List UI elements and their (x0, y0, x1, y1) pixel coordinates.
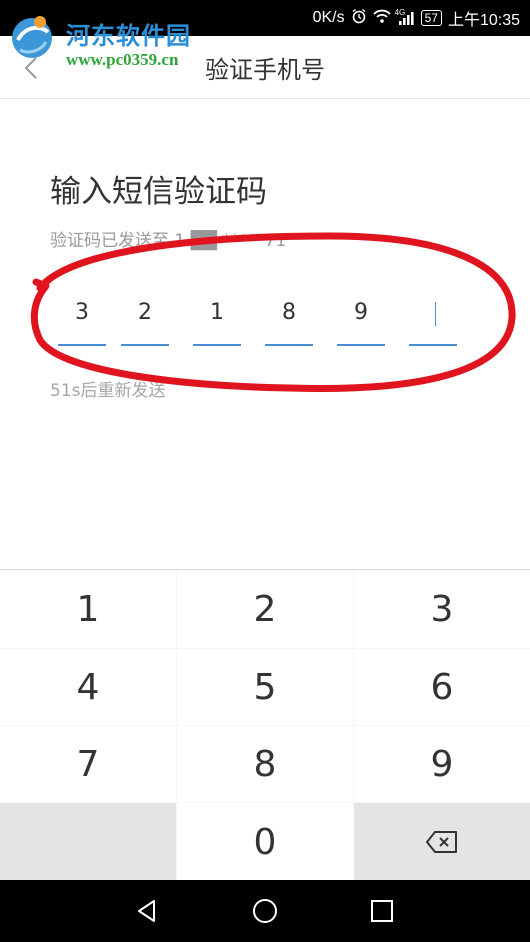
code-digit-value: 8 (282, 300, 296, 325)
watermark-title: 河东软件园 (66, 21, 191, 50)
key-blank (0, 803, 176, 881)
key-3[interactable]: 3 (354, 571, 530, 648)
sent-to-text: 验证码已发送至 1 ██ *****71 (50, 231, 287, 251)
square-recents-icon (371, 900, 393, 922)
nav-recents-button[interactable] (365, 894, 399, 928)
code-digit-5[interactable]: 9 (337, 290, 385, 346)
watermark-url: www.pc0359.cn (66, 50, 179, 69)
battery-icon: 57 (420, 10, 442, 26)
code-digit-value: 2 (138, 300, 152, 325)
backspace-key[interactable] (354, 803, 530, 881)
code-digit-3[interactable]: 1 (193, 290, 241, 346)
key-9[interactable]: 9 (354, 726, 530, 802)
status-indicators: 0K/s 4G 57 上午10:35 (313, 0, 520, 36)
code-digit-4[interactable]: 8 (265, 290, 313, 346)
key-1[interactable]: 1 (0, 571, 176, 648)
triangle-back-icon (138, 900, 155, 922)
numeric-keypad: 1 2 3 4 5 6 7 8 9 0 (0, 569, 530, 881)
key-4[interactable]: 4 (0, 649, 176, 725)
code-digit-6[interactable] (409, 290, 457, 346)
watermark-logo (12, 16, 52, 58)
alarm-icon (351, 8, 367, 29)
key-8[interactable]: 8 (177, 726, 353, 802)
code-digit-value: 9 (354, 300, 368, 325)
code-digit-value: 3 (75, 300, 89, 325)
key-5[interactable]: 5 (177, 649, 353, 725)
code-digit-1[interactable]: 3 (58, 290, 106, 346)
code-digit-2[interactable]: 2 (121, 290, 169, 346)
network-type-label: 4G (394, 8, 406, 17)
key-7[interactable]: 7 (0, 726, 176, 802)
system-navigation-bar (0, 880, 530, 942)
verification-code-input[interactable]: 3 2 1 8 9 (58, 290, 468, 346)
nav-back-button[interactable] (130, 894, 164, 928)
net-speed: 0K/s (312, 9, 345, 26)
circle-home-icon (253, 899, 277, 923)
backspace-icon (426, 831, 457, 853)
key-0[interactable]: 0 (177, 803, 353, 881)
key-6[interactable]: 6 (354, 649, 530, 725)
sms-code-heading: 输入短信验证码 (50, 174, 267, 210)
resend-countdown: 51s后重新发送 (50, 381, 166, 401)
nav-home-button[interactable] (248, 894, 282, 928)
watermark: 河东软件园 www.pc0359.cn (2, 6, 202, 76)
code-digit-value: 1 (210, 300, 224, 325)
key-2[interactable]: 2 (177, 571, 353, 648)
signal-icon: 4G (394, 8, 415, 26)
clock: 上午10:35 (447, 12, 520, 29)
wifi-icon (372, 8, 391, 29)
text-cursor (435, 302, 436, 326)
